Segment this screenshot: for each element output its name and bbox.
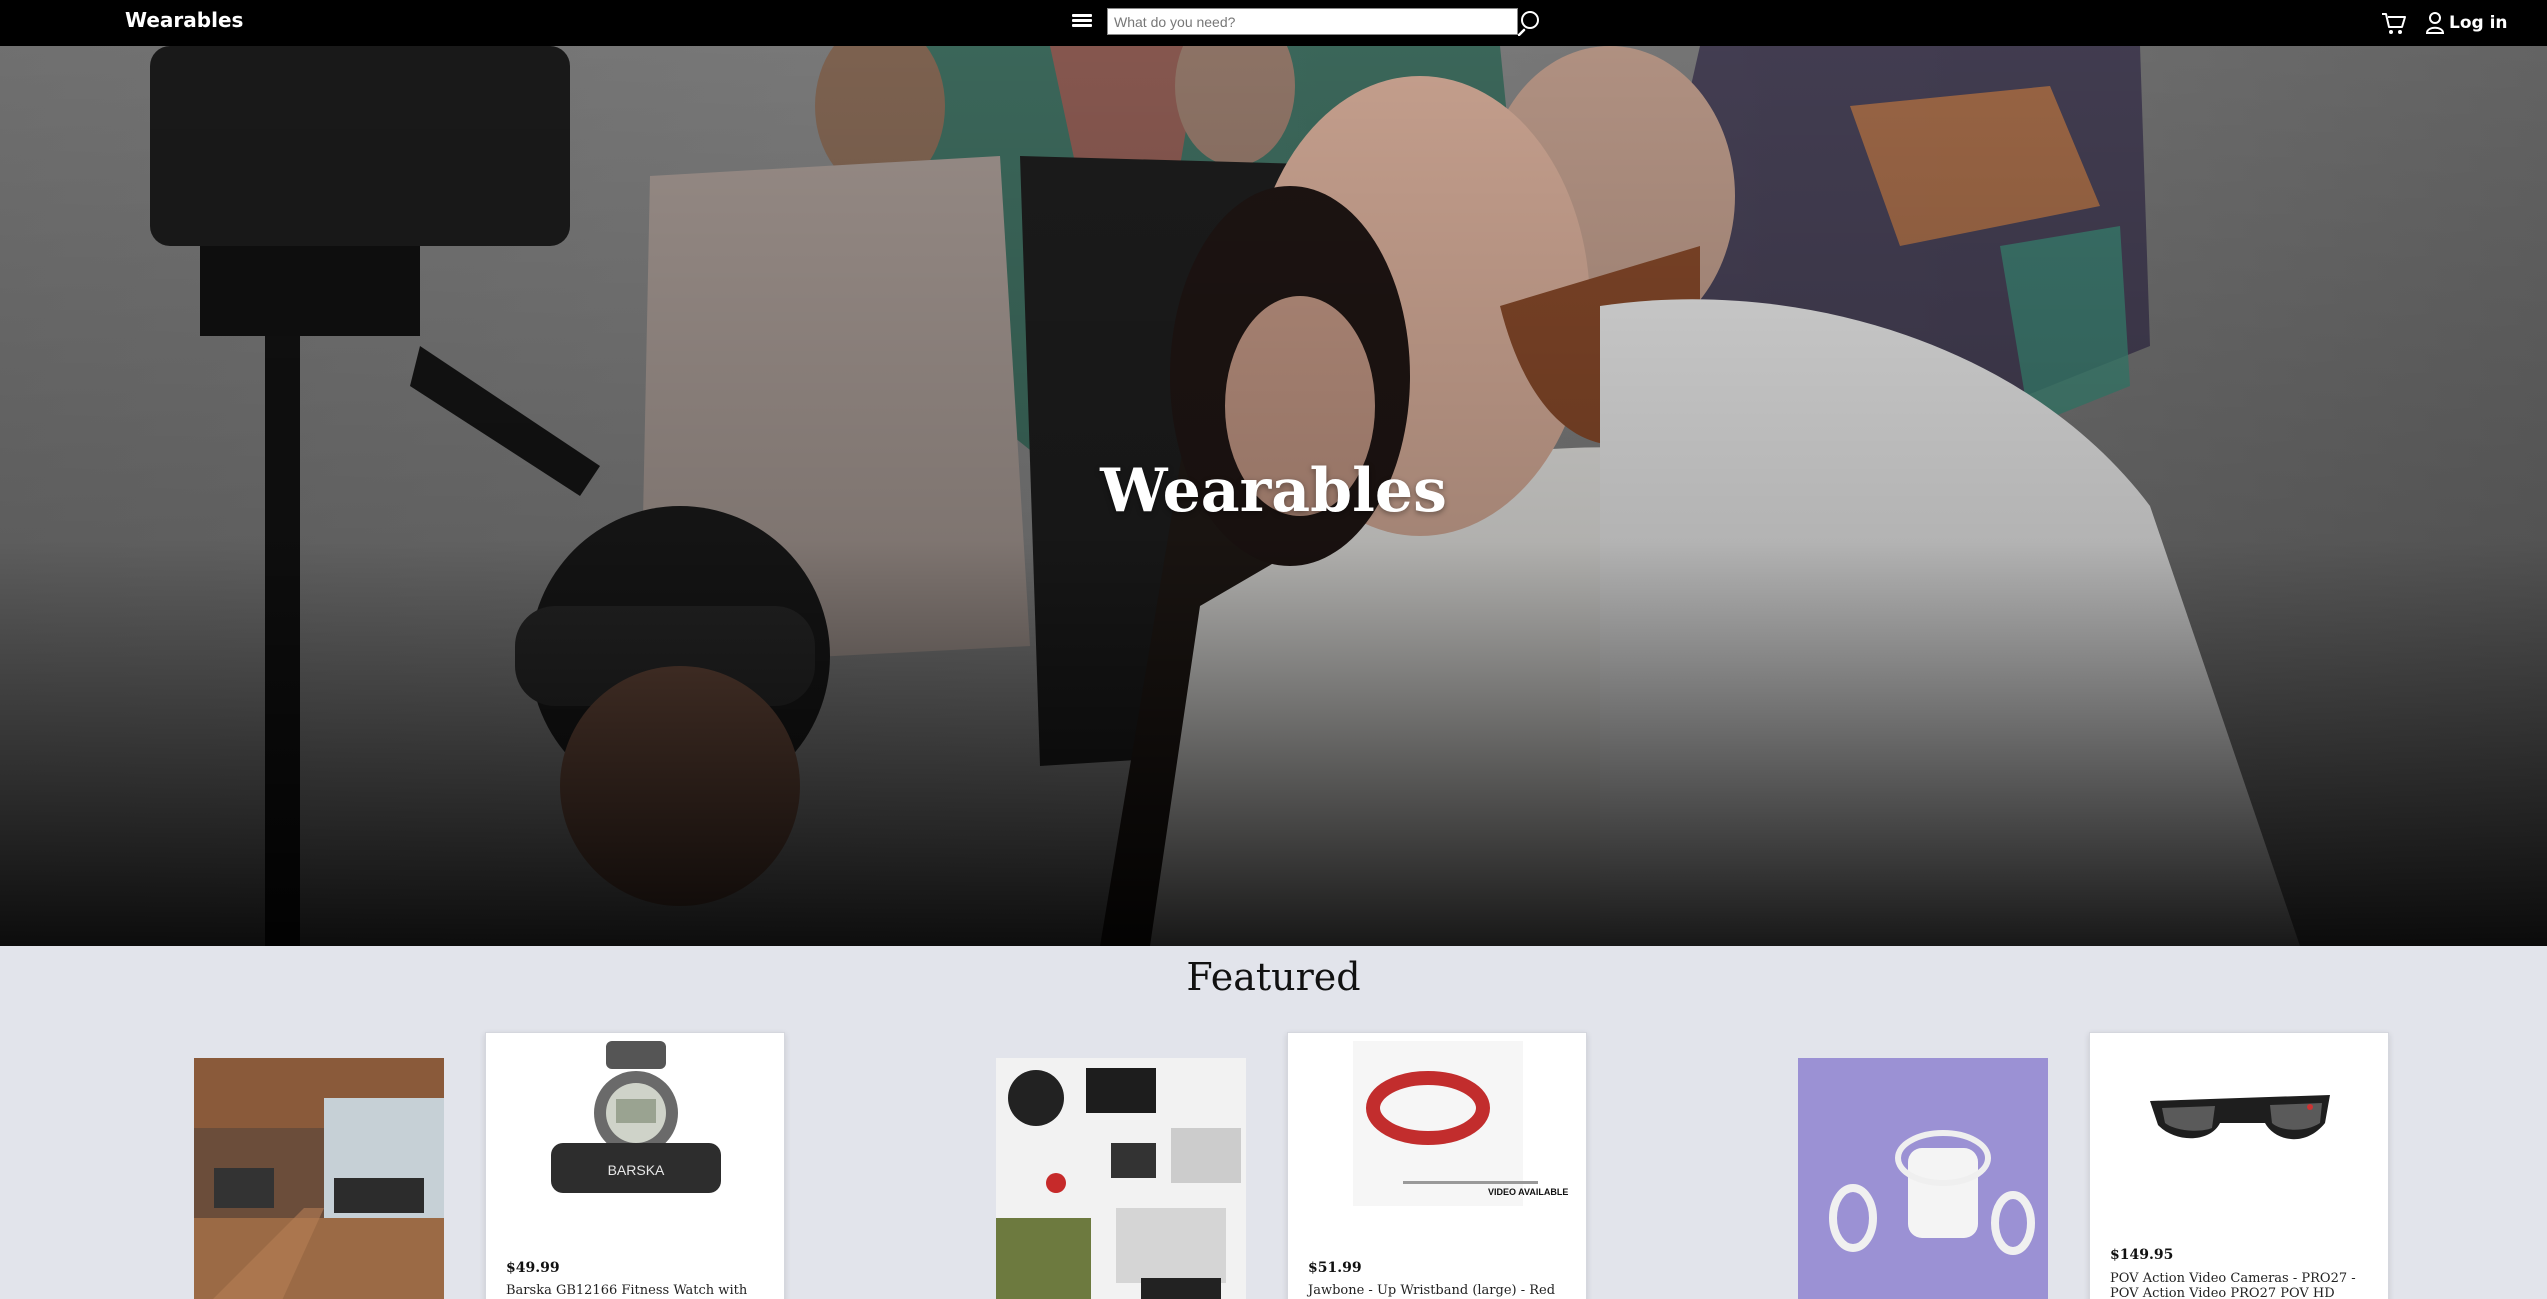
search-icon[interactable] <box>1517 8 1544 37</box>
promo-image-vr[interactable] <box>1798 1058 2048 1299</box>
cart-icon[interactable] <box>2380 9 2408 37</box>
hero-banner: Wearables <box>0 46 2547 946</box>
product-card[interactable]: VIDEO AVAILABLE $51.99 Jawbone - Up Wris… <box>1287 1032 1587 1299</box>
featured-heading: Featured <box>1186 955 1361 999</box>
user-icon <box>2425 12 2445 34</box>
product-image[interactable]: BARSKA <box>486 1033 786 1213</box>
brand-logo[interactable]: Wearables <box>125 8 243 32</box>
product-card[interactable]: BARSKA $49.99 Barska GB12166 Fitness Wat… <box>485 1032 785 1299</box>
promo-image-gym[interactable] <box>194 1058 444 1299</box>
watch-brand-text: BARSKA <box>608 1162 665 1178</box>
video-badge-text: VIDEO AVAILABLE <box>1488 1187 1568 1197</box>
product-price: $51.99 <box>1308 1260 1362 1276</box>
product-price: $49.99 <box>506 1260 560 1276</box>
product-name[interactable]: Barska GB12166 Fitness Watch with Heart <box>506 1283 766 1299</box>
product-name[interactable]: POV Action Video Cameras - PRO27 - POV A… <box>2110 1271 2370 1299</box>
product-image[interactable] <box>2090 1033 2390 1213</box>
login-link[interactable]: Log in <box>2425 9 2508 37</box>
top-nav: Wearables Log in <box>0 0 2547 46</box>
search-input[interactable] <box>1107 8 1518 35</box>
login-label: Log in <box>2449 13 2508 33</box>
product-card[interactable]: $149.95 POV Action Video Cameras - PRO27… <box>2089 1032 2389 1299</box>
product-name[interactable]: Jawbone - Up Wristband (large) - Red <box>1308 1283 1568 1298</box>
menu-icon[interactable] <box>1072 12 1092 32</box>
promo-image-flatlay[interactable] <box>996 1058 1246 1299</box>
hero-title: Wearables <box>1100 456 1447 526</box>
product-price: $149.95 <box>2110 1247 2174 1263</box>
product-image[interactable]: VIDEO AVAILABLE <box>1288 1033 1588 1213</box>
